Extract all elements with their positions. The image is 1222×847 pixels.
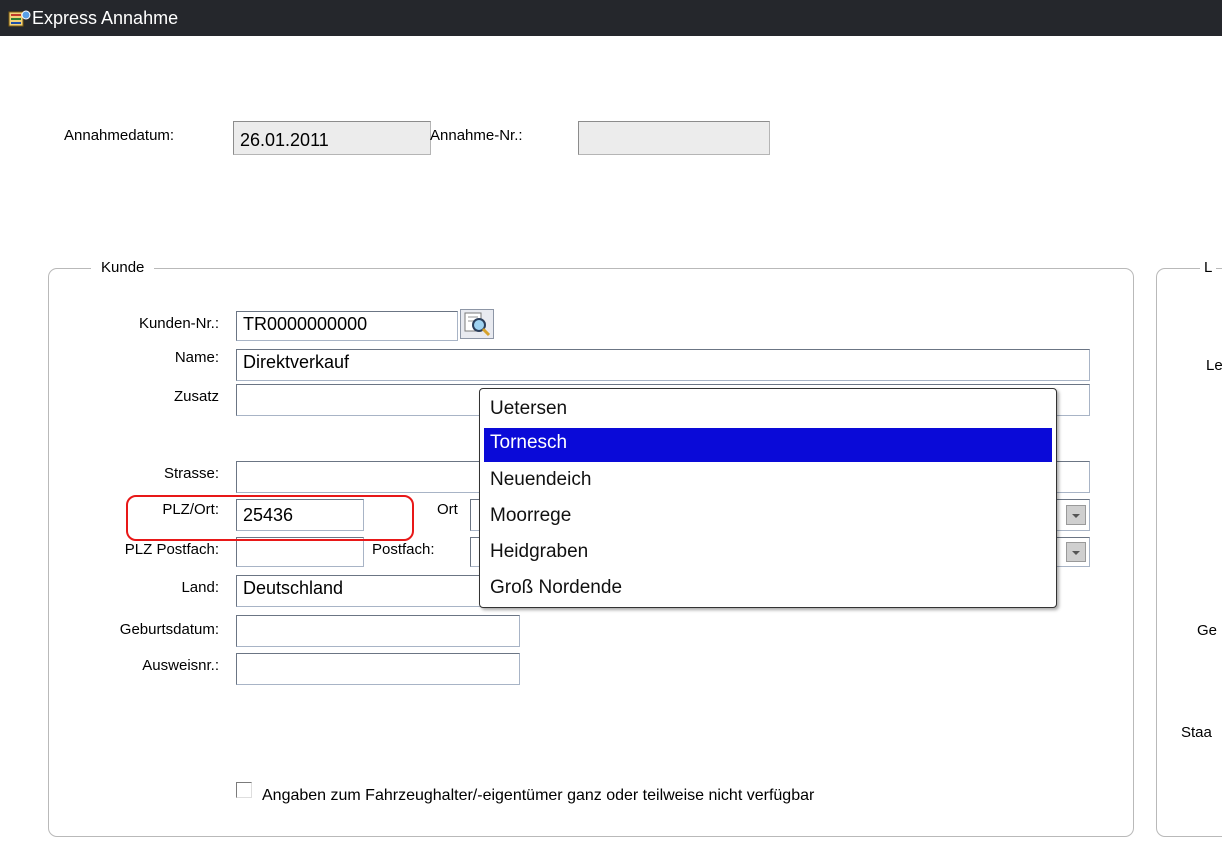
customer-lookup-button[interactable] [460,309,494,339]
right-label-le: Le [1206,357,1222,374]
ort-dropdown-button[interactable] [1066,505,1086,525]
ort-option[interactable]: Groß Nordende [484,573,1052,607]
annahmedatum-field[interactable]: 26.01.2011 [233,121,431,155]
not-available-checkbox-label: Angaben zum Fahrzeughalter/-eigentümer g… [262,787,815,804]
ort-option[interactable]: Heidgraben [484,537,1052,571]
geburtsdatum-label: Geburtsdatum: [119,621,219,638]
ausweisnr-field[interactable] [236,653,520,685]
ausweisnr-label: Ausweisnr.: [142,657,219,674]
ort-option-selected[interactable]: Tornesch [484,428,1052,462]
right-label-staa: Staa [1181,724,1212,741]
zusatz-label: Zusatz [173,388,219,405]
plz-postfach-label: PLZ Postfach: [124,541,219,558]
postfach-label: Postfach: [372,541,435,558]
ort-option[interactable]: Moorrege [484,501,1052,535]
kunde-legend: Kunde [91,259,155,276]
chevron-down-icon [1072,514,1080,518]
app-form-icon [8,9,32,29]
not-available-checkbox[interactable] [236,782,252,798]
annahme-nr-label: Annahme-Nr.: [430,127,523,144]
ort-option[interactable]: Uetersen [484,394,1052,428]
kunden-nr-label: Kunden-Nr.: [138,315,219,332]
ort-label: Ort [437,501,458,518]
kunden-nr-field[interactable]: TR0000000000 [236,311,458,341]
right-group [1156,268,1222,837]
search-lookup-icon [461,312,493,342]
ort-option[interactable]: Neuendeich [484,465,1052,499]
plz-highlight-annotation [126,495,414,541]
plz-postfach-field[interactable] [236,537,364,567]
annahme-nr-field[interactable] [578,121,770,155]
right-legend: L [1200,259,1217,276]
window-title: Express Annahme [32,8,179,28]
chevron-down-icon [1072,551,1080,555]
geburtsdatum-field[interactable] [236,615,520,647]
postfach-dropdown-button[interactable] [1066,542,1086,562]
strasse-label: Strasse: [163,465,219,482]
land-field[interactable]: Deutschland [236,575,520,607]
annahmedatum-label: Annahmedatum: [64,127,175,144]
window-titlebar: Express Annahme [0,0,1222,36]
land-label: Land: [181,579,219,596]
name-label: Name: [174,349,219,366]
right-label-ge: Ge [1197,622,1218,639]
ort-dropdown-list[interactable]: Uetersen Tornesch Neuendeich Moorrege He… [479,388,1057,608]
name-field[interactable]: Direktverkauf [236,349,1090,381]
